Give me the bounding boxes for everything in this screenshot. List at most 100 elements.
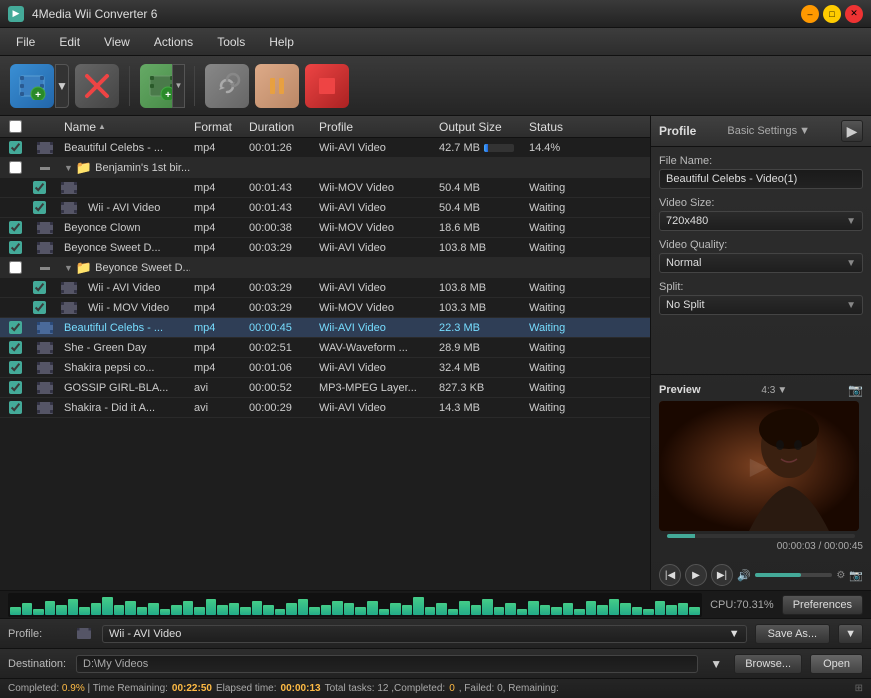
row-checkbox-1[interactable] xyxy=(0,141,30,154)
basic-settings-dropdown[interactable]: Basic Settings ▼ xyxy=(727,125,810,137)
status-detail-icon[interactable]: ⊞ xyxy=(855,683,863,694)
save-as-button[interactable]: Save As... xyxy=(755,624,831,644)
close-button[interactable]: ✕ xyxy=(845,5,863,23)
browse-button[interactable]: Browse... xyxy=(734,654,802,674)
row-checkbox-2[interactable] xyxy=(0,161,30,174)
maximize-button[interactable]: □ xyxy=(823,5,841,23)
skip-end-button[interactable]: ▶| xyxy=(711,564,733,586)
row-format-8: mp4 xyxy=(190,282,245,294)
row-checkbox-5[interactable] xyxy=(0,221,30,234)
open-button[interactable]: Open xyxy=(810,654,863,674)
waveform-bar-segment xyxy=(298,599,309,615)
video-size-select[interactable]: 720x480 ▼ xyxy=(659,211,863,231)
destination-dropdown[interactable]: ▼ xyxy=(706,657,726,671)
row-checkbox-4[interactable] xyxy=(24,201,54,214)
waveform-bar-segment xyxy=(413,597,424,615)
table-row[interactable]: Beyonce Clown mp4 00:00:38 Wii-MOV Video… xyxy=(0,218,650,238)
status-elapsed-time: 00:00:13 xyxy=(281,683,321,694)
row-checkbox-14[interactable] xyxy=(0,401,30,414)
table-row[interactable]: Shakira - Did it A... avi 00:00:29 Wii-A… xyxy=(0,398,650,418)
menu-bar: File Edit View Actions Tools Help xyxy=(0,28,871,56)
row-checkbox-3[interactable] xyxy=(24,181,54,194)
add-file-button-group[interactable]: + ▼ xyxy=(10,64,69,108)
table-row[interactable]: ▬ ▼ 📁 Beyonce Sweet D... xyxy=(0,258,650,278)
stop-button[interactable] xyxy=(305,64,349,108)
save-dropdown-button[interactable]: ▼ xyxy=(838,624,863,644)
profile-file-icon xyxy=(76,626,92,642)
menu-file[interactable]: File xyxy=(4,31,47,53)
header-status[interactable]: Status xyxy=(525,120,650,134)
table-row[interactable]: Wii - AVI Video mp4 00:03:29 Wii-AVI Vid… xyxy=(0,278,650,298)
convert-button[interactable] xyxy=(205,64,249,108)
select-all-checkbox[interactable] xyxy=(9,120,22,133)
minimize-button[interactable]: – xyxy=(801,5,819,23)
table-row[interactable]: Beautiful Celebs - ... mp4 00:00:45 Wii-… xyxy=(0,318,650,338)
add-output-dropdown[interactable]: ▼ xyxy=(172,64,185,108)
row-checkbox-9[interactable] xyxy=(24,301,54,314)
header-format[interactable]: Format xyxy=(190,120,245,134)
play-button[interactable]: ▶ xyxy=(685,564,707,586)
table-row[interactable]: Wii - MOV Video mp4 00:03:29 Wii-MOV Vid… xyxy=(0,298,650,318)
menu-view[interactable]: View xyxy=(92,31,142,53)
status-completed-text: Completed: 0.9% | Time Remaining: xyxy=(8,683,168,694)
menu-tools[interactable]: Tools xyxy=(205,31,257,53)
row-status-13: Waiting xyxy=(525,382,650,394)
header-output-size[interactable]: Output Size xyxy=(435,120,525,134)
row-checkbox-8[interactable] xyxy=(24,281,54,294)
menu-edit[interactable]: Edit xyxy=(47,31,92,53)
preferences-button[interactable]: Preferences xyxy=(782,595,863,615)
table-row[interactable]: ▬ ▼ 📁 Benjamin's 1st bir... xyxy=(0,158,650,178)
header-profile[interactable]: Profile xyxy=(315,120,435,134)
file-name-input[interactable] xyxy=(659,169,863,189)
row-name-8: Wii - AVI Video xyxy=(84,282,190,294)
panel-next-button[interactable]: ▶ xyxy=(841,120,863,142)
waveform-bar-segment xyxy=(275,609,286,615)
camera-icon[interactable]: 📷 xyxy=(849,569,863,582)
row-checkbox-7[interactable] xyxy=(0,261,30,274)
row-status-9: Waiting xyxy=(525,302,650,314)
row-duration-4: 00:01:43 xyxy=(245,202,315,214)
preview-timeline[interactable] xyxy=(667,534,855,538)
video-quality-select[interactable]: Normal ▼ xyxy=(659,253,863,273)
menu-help[interactable]: Help xyxy=(257,31,306,53)
row-checkbox-12[interactable] xyxy=(0,361,30,374)
table-row[interactable]: GOSSIP GIRL-BLA... avi 00:00:52 MP3-MPEG… xyxy=(0,378,650,398)
table-row[interactable]: mp4 00:01:43 Wii-MOV Video 50.4 MB Waiti… xyxy=(0,178,650,198)
add-file-button[interactable]: + xyxy=(10,64,54,108)
add-file-dropdown[interactable]: ▼ xyxy=(55,64,69,108)
row-duration-14: 00:00:29 xyxy=(245,402,315,414)
pause-button[interactable] xyxy=(255,64,299,108)
delete-button[interactable] xyxy=(75,64,119,108)
row-status-6: Waiting xyxy=(525,242,650,254)
profile-select-dropdown[interactable]: Wii - AVI Video ▼ xyxy=(102,625,747,643)
row-profile-10: Wii-AVI Video xyxy=(315,322,435,334)
volume-slider[interactable] xyxy=(755,573,833,577)
row-duration-8: 00:03:29 xyxy=(245,282,315,294)
table-row[interactable]: She - Green Day mp4 00:02:51 WAV-Wavefor… xyxy=(0,338,650,358)
waveform-bar-segment xyxy=(655,601,666,615)
row-duration-6: 00:03:29 xyxy=(245,242,315,254)
row-duration-9: 00:03:29 xyxy=(245,302,315,314)
row-profile-9: Wii-MOV Video xyxy=(315,302,435,314)
row-name-11: She - Green Day xyxy=(60,342,190,354)
table-row[interactable]: Shakira pepsi co... mp4 00:01:06 Wii-AVI… xyxy=(0,358,650,378)
waveform-bar-segment xyxy=(79,607,90,615)
row-checkbox-13[interactable] xyxy=(0,381,30,394)
destination-bar: Destination: D:\My Videos ▼ Browse... Op… xyxy=(0,648,871,678)
skip-start-button[interactable]: |◀ xyxy=(659,564,681,586)
table-row[interactable]: Wii - AVI Video mp4 00:01:43 Wii-AVI Vid… xyxy=(0,198,650,218)
add-output-button[interactable]: + ▼ xyxy=(140,64,184,108)
waveform-bar-segment xyxy=(22,603,33,615)
row-checkbox-10[interactable] xyxy=(0,321,30,334)
snapshot-icon[interactable]: 📷 xyxy=(848,383,863,397)
table-row[interactable]: Beautiful Celebs - ... mp4 00:01:26 Wii-… xyxy=(0,138,650,158)
header-duration[interactable]: Duration xyxy=(245,120,315,134)
header-name[interactable]: Name ▲ xyxy=(60,120,190,134)
split-select[interactable]: No Split ▼ xyxy=(659,295,863,315)
preview-ratio-dropdown[interactable]: 4:3 ▼ xyxy=(761,385,787,396)
cpu-usage-text: CPU:70.31% xyxy=(710,599,774,611)
row-checkbox-11[interactable] xyxy=(0,341,30,354)
row-checkbox-6[interactable] xyxy=(0,241,30,254)
table-row[interactable]: Beyonce Sweet D... mp4 00:03:29 Wii-AVI … xyxy=(0,238,650,258)
menu-actions[interactable]: Actions xyxy=(142,31,205,53)
